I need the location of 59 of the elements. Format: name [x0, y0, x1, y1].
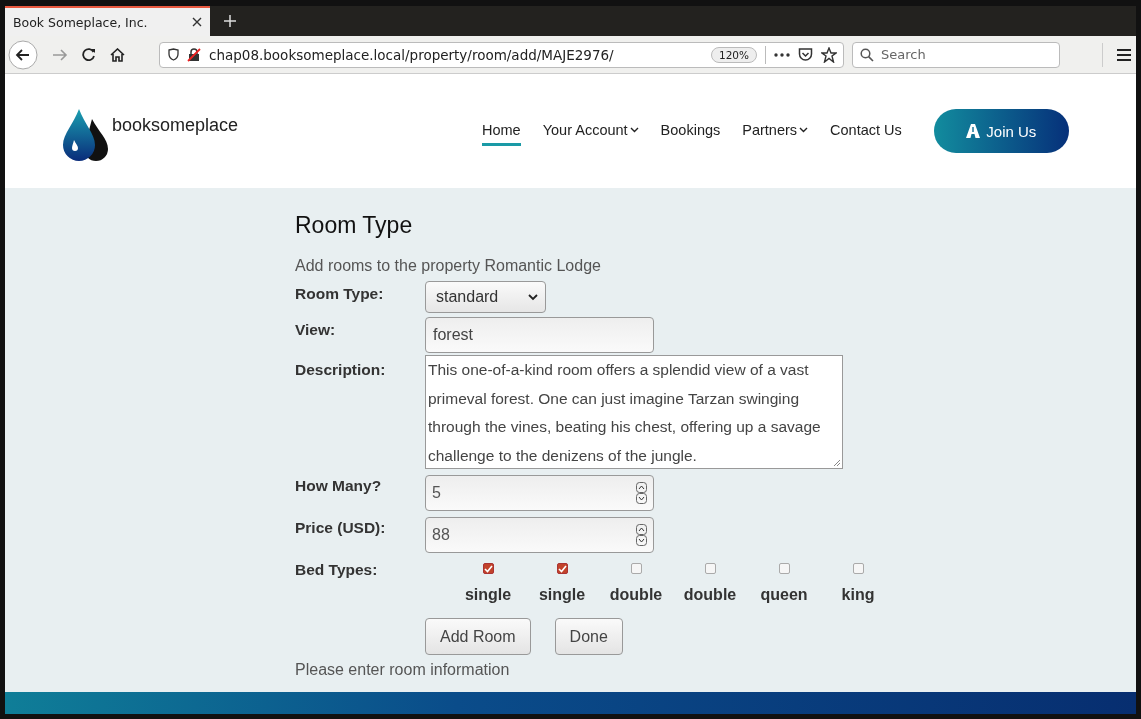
nav-link[interactable]: Bookings [660, 116, 721, 146]
bed-type-label: double [683, 586, 737, 604]
field-label: How Many? [295, 476, 383, 496]
zoom-badge[interactable]: 120% [710, 46, 757, 63]
spinner-arrows-icon[interactable] [636, 482, 647, 504]
reload-icon[interactable] [82, 47, 96, 62]
nav-link[interactable]: Your Account [542, 116, 639, 146]
bed-type-label: single [464, 586, 512, 604]
nav-link[interactable]: Contact Us [830, 116, 902, 146]
form-title: Room Type [295, 212, 414, 239]
close-icon[interactable] [192, 17, 202, 27]
more-icon[interactable] [774, 52, 790, 57]
resize-grip-icon[interactable] [831, 457, 841, 467]
description-field[interactable]: This one-of-a-kind room offers a splendid view of a vast primeval forest. One can just imagine Tarzan swinging through the vines, beating his chest, offering up a savage challenge to the denizens of the jungle. [425, 355, 843, 469]
text-field[interactable]: forest [425, 317, 654, 353]
number-field[interactable]: 5 [425, 475, 654, 511]
shield-icon[interactable] [168, 48, 179, 61]
bed-type-label: queen [760, 586, 808, 604]
search-field[interactable]: Search [852, 41, 1060, 68]
form-subtitle: Add rooms to the property Romantic Lodge [295, 257, 602, 275]
checkbox[interactable] [704, 563, 716, 574]
home-icon[interactable] [110, 47, 125, 62]
field-label: View: [295, 320, 337, 340]
search-icon [860, 47, 874, 62]
bed-type-label: single [538, 586, 586, 604]
nav-link[interactable]: Home [482, 116, 521, 146]
plus-icon[interactable] [224, 15, 236, 27]
chevron-down-icon [528, 293, 538, 301]
checkbox[interactable] [852, 563, 864, 574]
field-label: Description: [295, 360, 387, 380]
checkbox[interactable] [630, 563, 642, 574]
browser-tab[interactable]: Book Someplace, Inc. [5, 6, 210, 36]
checkbox[interactable] [556, 563, 568, 574]
field-label: Bed Types: [295, 560, 379, 580]
letter-a-icon [966, 124, 981, 138]
checkbox[interactable] [778, 563, 790, 574]
menu-icon[interactable] [1117, 48, 1131, 61]
pocket-icon[interactable] [798, 47, 813, 62]
url-text: chap08.booksomeplace.local/property/room/add/MAJE2976/ [209, 46, 615, 63]
bed-type-label: double [609, 586, 663, 604]
logo-text[interactable]: booksomeplace [112, 114, 239, 136]
tab-title: Book Someplace, Inc. [13, 14, 148, 30]
bed-type-label: king [841, 586, 875, 604]
form-button[interactable]: Done [554, 618, 623, 655]
room-type-dropdown[interactable]: standard [425, 281, 546, 313]
form-button[interactable]: Add Room [425, 618, 531, 655]
field-label: Room Type: [295, 284, 385, 304]
insecure-lock-icon[interactable] [187, 47, 201, 62]
status-message: Please enter room information [295, 661, 511, 679]
back-icon[interactable] [8, 39, 38, 70]
number-field[interactable]: 88 [425, 517, 654, 553]
star-icon[interactable] [821, 46, 837, 63]
join-button[interactable]: Join Us [933, 109, 1069, 153]
water-drop-logo-icon [62, 107, 110, 161]
address-bar[interactable]: chap08.booksomeplace.local/property/room/add/MAJE2976/ 120% [159, 41, 844, 68]
checkbox[interactable] [482, 563, 494, 574]
field-label: Price (USD): [295, 518, 387, 538]
spinner-arrows-icon[interactable] [636, 524, 647, 546]
nav-link[interactable]: Partners [742, 116, 809, 146]
